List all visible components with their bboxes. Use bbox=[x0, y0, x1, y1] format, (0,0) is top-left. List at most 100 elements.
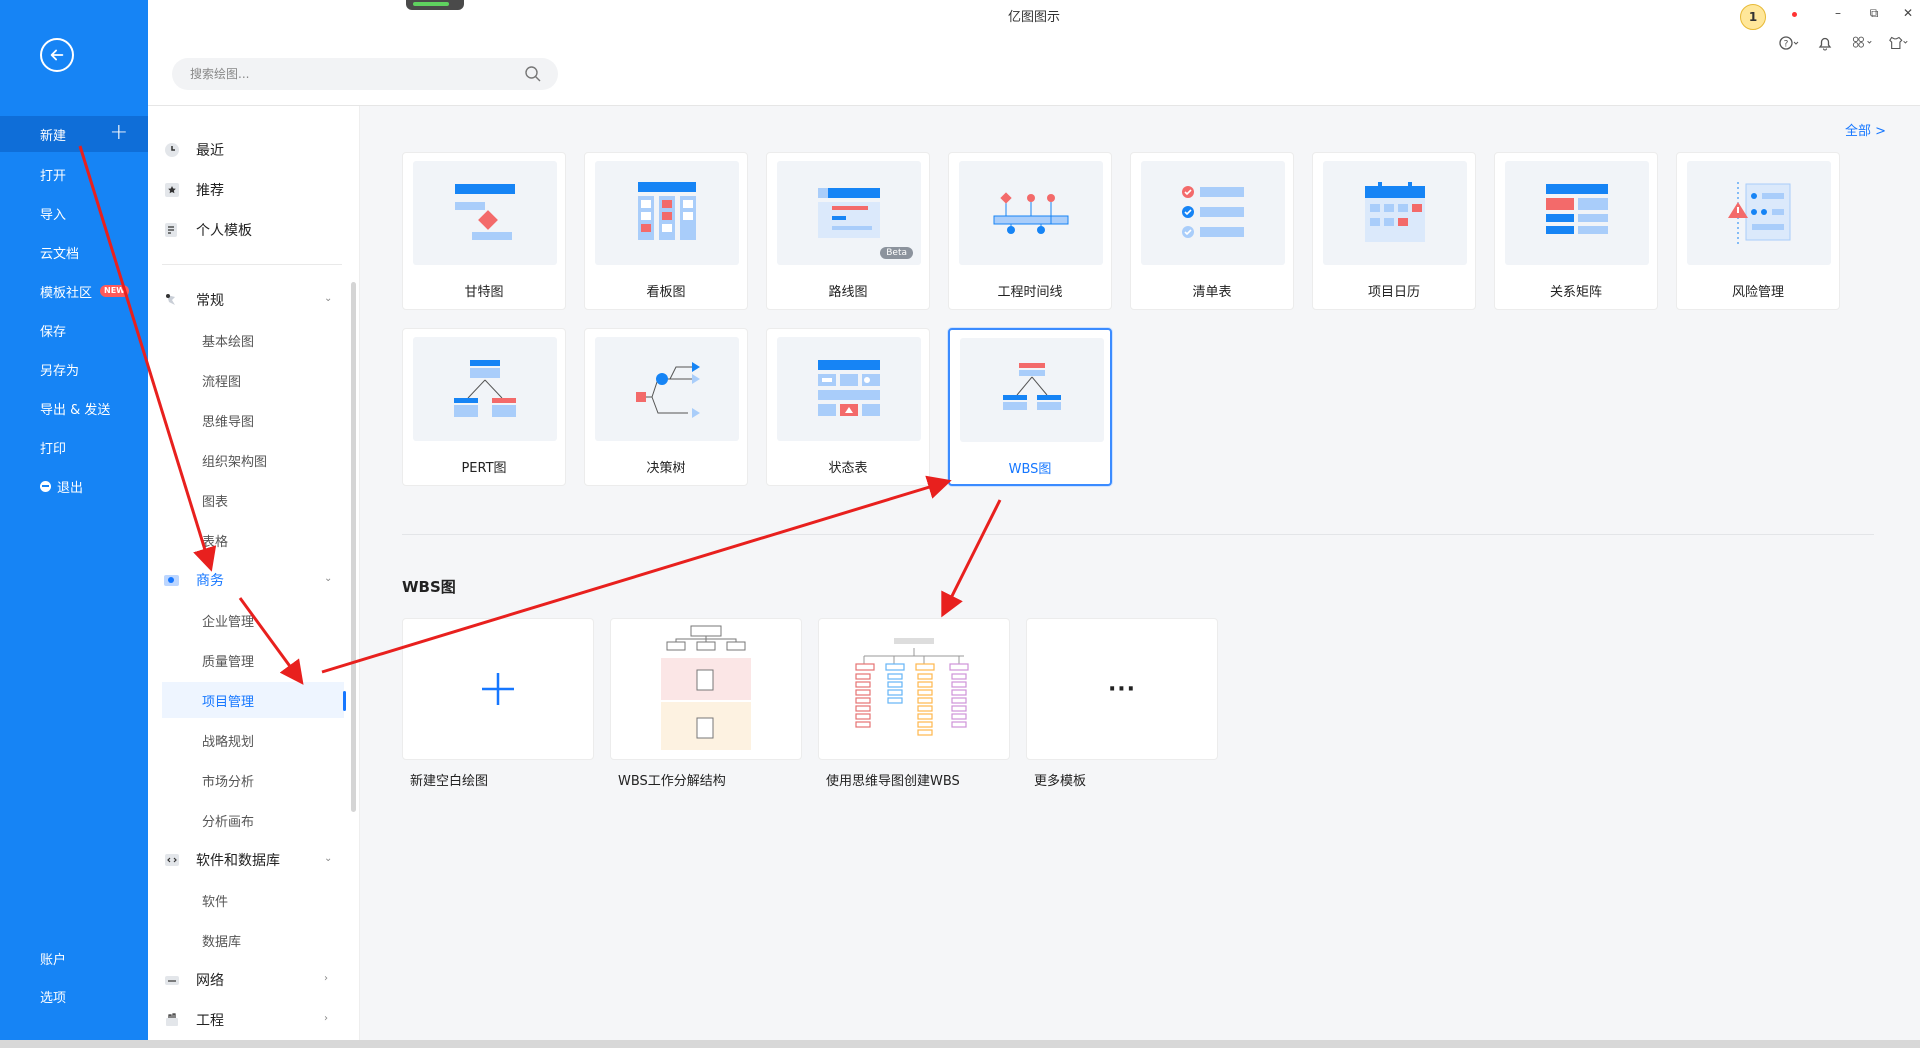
engineering-icon bbox=[162, 1010, 182, 1030]
back-button[interactable] bbox=[40, 38, 74, 72]
category-general[interactable]: 常规 ⌄ bbox=[162, 282, 358, 318]
search-icon[interactable] bbox=[524, 65, 542, 83]
subcategory-software[interactable]: 软件 bbox=[162, 882, 344, 918]
template-card-pert[interactable]: PERT图 bbox=[402, 328, 566, 486]
rail-item-cloud-docs[interactable]: 云文档 bbox=[0, 234, 148, 270]
subcategory-flowchart[interactable]: 流程图 bbox=[162, 362, 344, 398]
subcategory-project-management[interactable]: 项目管理 bbox=[162, 682, 346, 718]
rail-item-label: 新建 bbox=[40, 128, 67, 144]
template-card-project-calendar[interactable]: 项目日历 bbox=[1312, 152, 1476, 310]
sample-label: 新建空白绘图 bbox=[410, 774, 489, 789]
template-card-gantt[interactable]: 甘特图 bbox=[402, 152, 566, 310]
category-label: 商务 bbox=[196, 573, 224, 589]
category-business[interactable]: 商务 ⌄ bbox=[162, 562, 358, 598]
checklist-icon bbox=[1141, 161, 1285, 265]
subcategory-strategy-planning[interactable]: 战略规划 bbox=[162, 722, 344, 758]
subcategory-quality-management[interactable]: 质量管理 bbox=[162, 642, 344, 678]
category-recent[interactable]: 最近 bbox=[162, 132, 358, 168]
wbs-sample-card[interactable] bbox=[610, 618, 802, 760]
subcategory-chart[interactable]: 图表 bbox=[162, 482, 344, 518]
mindmap-wbs-sample-card[interactable] bbox=[818, 618, 1010, 760]
skin-icon[interactable] bbox=[1888, 32, 1910, 54]
plus-icon[interactable]: + bbox=[110, 120, 128, 145]
rail-item-template-community[interactable]: 模板社区 NEW bbox=[0, 273, 148, 309]
rail-item-open[interactable]: 打开 bbox=[0, 156, 148, 192]
rail-item-label: 退出 bbox=[57, 480, 84, 496]
rail-item-label: 导入 bbox=[40, 207, 67, 223]
restore-button[interactable]: ⧉ bbox=[1864, 6, 1884, 21]
template-card-wbs[interactable]: WBS图 bbox=[948, 328, 1112, 486]
subcategory-market-analysis[interactable]: 市场分析 bbox=[162, 762, 344, 798]
category-software-database[interactable]: 软件和数据库 ⌄ bbox=[162, 842, 358, 878]
search-box[interactable] bbox=[172, 58, 558, 90]
timeline-icon bbox=[959, 161, 1103, 265]
exit-icon bbox=[40, 480, 51, 492]
code-icon bbox=[162, 850, 182, 870]
category-recommended[interactable]: 推荐 bbox=[162, 172, 358, 208]
subcategory-label: 企业管理 bbox=[202, 614, 255, 630]
template-icon bbox=[162, 220, 182, 240]
general-icon bbox=[162, 290, 182, 310]
subcategory-database[interactable]: 数据库 bbox=[162, 922, 344, 958]
subcategory-label: 表格 bbox=[202, 534, 229, 550]
rail-item-exit[interactable]: 退出 bbox=[0, 468, 148, 504]
template-card-checklist[interactable]: 清单表 bbox=[1130, 152, 1294, 310]
search-input[interactable] bbox=[190, 67, 510, 81]
wbs-sample-thumb bbox=[661, 625, 751, 750]
template-card-timeline[interactable]: 工程时间线 bbox=[948, 152, 1112, 310]
rail-item-print[interactable]: 打印 bbox=[0, 429, 148, 465]
template-card-status-table[interactable]: 状态表 bbox=[766, 328, 930, 486]
rail-item-save[interactable]: 保存 bbox=[0, 312, 148, 348]
subcategory-label: 软件 bbox=[202, 894, 229, 910]
category-network[interactable]: 网络 › bbox=[162, 962, 358, 998]
template-card-kanban[interactable]: 看板图 bbox=[584, 152, 748, 310]
rail-item-label: 账户 bbox=[40, 952, 67, 968]
more-icon: ··· bbox=[1107, 676, 1137, 702]
notification-dot bbox=[1792, 12, 1797, 17]
subcategory-org-chart[interactable]: 组织架构图 bbox=[162, 442, 344, 478]
subcategory-label: 思维导图 bbox=[202, 414, 255, 430]
rail-item-label: 保存 bbox=[40, 324, 67, 340]
new-blank-drawing-card[interactable] bbox=[402, 618, 594, 760]
template-card-risk-management[interactable]: 风险管理 bbox=[1676, 152, 1840, 310]
rail-item-export-send[interactable]: 导出 & 发送 bbox=[0, 390, 148, 426]
subcategory-basic-drawing[interactable]: 基本绘图 bbox=[162, 322, 344, 358]
category-label: 常规 bbox=[196, 293, 224, 309]
category-engineering[interactable]: 工程 › bbox=[162, 1002, 358, 1038]
rail-item-label: 模板社区 bbox=[40, 285, 93, 301]
view-all-link[interactable]: 全部 > bbox=[1845, 120, 1886, 139]
help-icon[interactable]: ? bbox=[1778, 32, 1800, 54]
category-personal-templates[interactable]: 个人模板 bbox=[162, 212, 358, 248]
network-icon bbox=[162, 970, 182, 990]
subcategory-label: 分析画布 bbox=[202, 814, 255, 830]
risk-icon bbox=[1687, 161, 1831, 265]
category-label: 软件和数据库 bbox=[196, 853, 280, 869]
subcategory-enterprise-management[interactable]: 企业管理 bbox=[162, 602, 344, 638]
status-table-icon bbox=[777, 337, 921, 441]
bell-icon[interactable] bbox=[1814, 32, 1836, 54]
subcategory-table[interactable]: 表格 bbox=[162, 522, 344, 558]
apps-icon[interactable] bbox=[1852, 32, 1874, 54]
close-button[interactable]: ✕ bbox=[1898, 6, 1918, 20]
gantt-icon bbox=[413, 161, 557, 265]
user-level-badge[interactable]: 1 bbox=[1740, 4, 1766, 30]
category-label: 最近 bbox=[196, 143, 224, 159]
rail-item-import[interactable]: 导入 bbox=[0, 195, 148, 231]
more-templates-card[interactable]: ··· bbox=[1026, 618, 1218, 760]
template-label: 项目日历 bbox=[1367, 285, 1420, 300]
template-card-roadmap[interactable]: Beta 路线图 bbox=[766, 152, 930, 310]
subcategory-mindmap[interactable]: 思维导图 bbox=[162, 402, 344, 438]
sample-label: WBS工作分解结构 bbox=[618, 774, 726, 789]
rail-item-account[interactable]: 账户 bbox=[0, 940, 148, 976]
rail-item-new[interactable]: 新建 + bbox=[0, 116, 148, 152]
template-card-decision-tree[interactable]: 决策树 bbox=[584, 328, 748, 486]
minimize-button[interactable]: – bbox=[1828, 6, 1848, 20]
rail-item-save-as[interactable]: 另存为 bbox=[0, 351, 148, 387]
category-scrollbar[interactable] bbox=[351, 282, 356, 812]
chevron-down-icon: ⌄ bbox=[324, 293, 333, 304]
rail-item-label: 打开 bbox=[40, 168, 67, 184]
rail-item-options[interactable]: 选项 bbox=[0, 978, 148, 1014]
taskbar bbox=[0, 1040, 1920, 1048]
template-card-relation-matrix[interactable]: 关系矩阵 bbox=[1494, 152, 1658, 310]
subcategory-analysis-canvas[interactable]: 分析画布 bbox=[162, 802, 344, 838]
